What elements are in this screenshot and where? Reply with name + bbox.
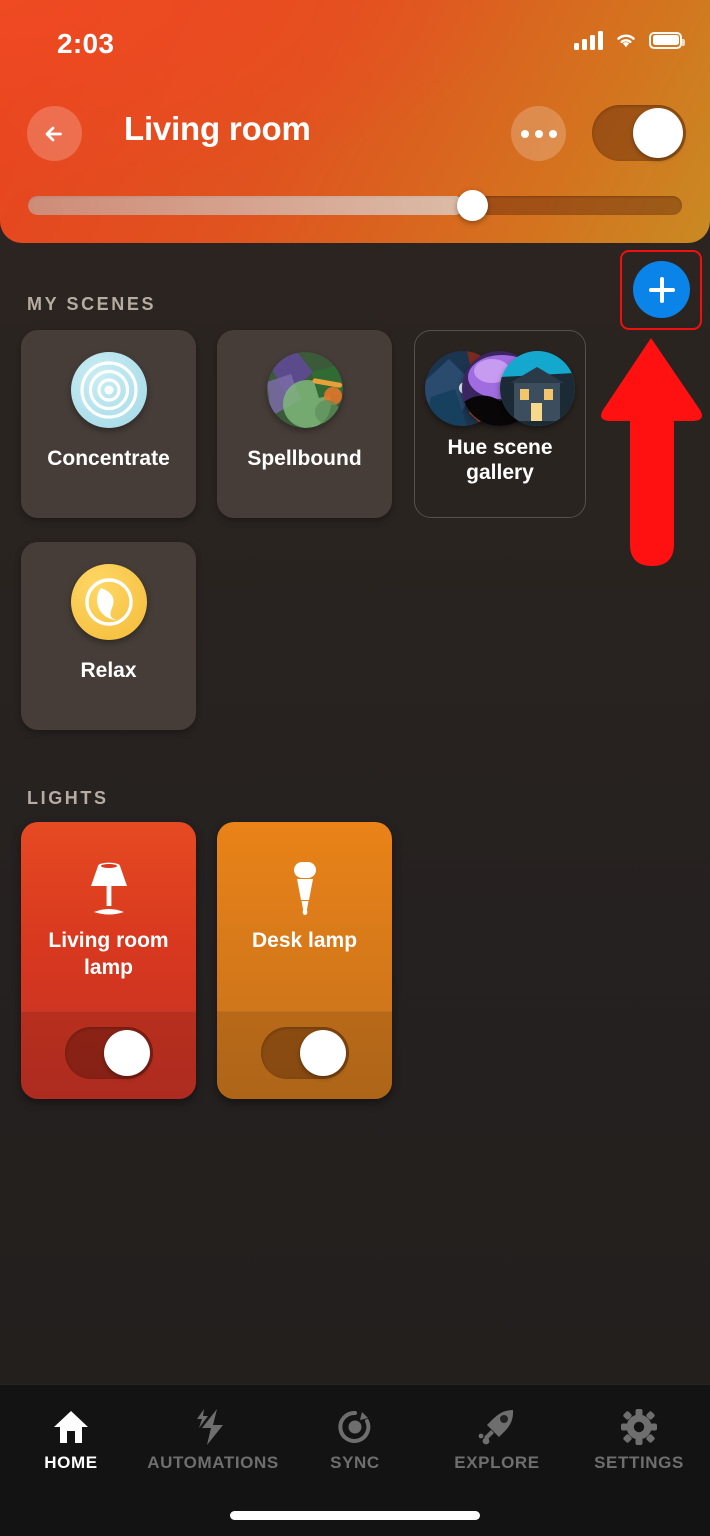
nav-label: SETTINGS (594, 1453, 684, 1472)
nav-label: AUTOMATIONS (147, 1453, 279, 1472)
bottom-navigation: HOME AUTOMATIONS SYNC EXPLORE SETTINGS (0, 1384, 710, 1536)
nav-item-settings[interactable]: SETTINGS (568, 1385, 710, 1536)
back-arrow-icon (45, 126, 62, 141)
nav-label: EXPLORE (454, 1453, 540, 1472)
brightness-slider-fill (28, 196, 466, 215)
light-power-toggle[interactable] (260, 1027, 349, 1079)
sync-icon (335, 1407, 375, 1447)
toggle-knob (633, 108, 683, 158)
concentrate-rings-icon (70, 352, 147, 428)
add-scene-button[interactable] (633, 261, 690, 318)
gear-icon (619, 1407, 659, 1447)
wifi-icon (617, 34, 635, 48)
scene-name: Spellbound (247, 447, 362, 470)
spellbound-thumbnail (266, 352, 343, 428)
rocket-icon (477, 1407, 517, 1447)
scene-name: Relax (80, 659, 137, 682)
light-card-desk-lamp[interactable]: Desk lamp (217, 822, 392, 1099)
scene-gallery-thumbnails (425, 351, 575, 426)
nav-label: SYNC (330, 1453, 380, 1472)
toggle-knob (299, 1030, 346, 1076)
more-options-icon (520, 129, 529, 138)
nav-label: HOME (44, 1453, 98, 1472)
room-power-toggle[interactable] (592, 105, 686, 161)
light-name: Desk lamp (251, 929, 358, 952)
home-icon (51, 1407, 91, 1447)
scene-card-spellbound[interactable]: Spellbound (217, 330, 392, 518)
scene-card-hue-scene-gallery[interactable]: Hue scene gallery (414, 330, 586, 518)
battery-icon (649, 31, 685, 49)
back-button[interactable] (27, 106, 82, 161)
app-screen: 2:03 Living room MY SCENES Concentrate S… (0, 0, 710, 1536)
scene-name: Concentrate (47, 447, 170, 470)
toggle-knob (103, 1030, 150, 1076)
status-time: 2:03 (57, 28, 115, 59)
light-power-toggle[interactable] (64, 1027, 153, 1079)
table-lamp-icon (90, 862, 127, 915)
lightning-bolt-icon (193, 1407, 233, 1447)
page-title: Living room (124, 110, 311, 147)
annotation-arrow (601, 338, 702, 566)
room-header: 2:03 Living room (0, 0, 710, 243)
brightness-slider[interactable] (28, 190, 682, 221)
home-indicator (230, 1511, 480, 1520)
scene-card-relax[interactable]: Relax (21, 542, 196, 730)
scene-card-concentrate[interactable]: Concentrate (21, 330, 196, 518)
section-label-lights: LIGHTS (27, 788, 109, 808)
status-bar: 2:03 (0, 0, 710, 82)
bulb-spot-icon (293, 862, 316, 915)
scene-name: Hue scene gallery (447, 436, 553, 484)
status-icons (574, 30, 685, 50)
brightness-slider-thumb[interactable] (457, 190, 489, 221)
more-options-button[interactable] (511, 106, 566, 161)
light-name: Living room lamp (48, 929, 169, 979)
section-label-scenes: MY SCENES (27, 294, 157, 314)
light-card-living-room-lamp[interactable]: Living room lamp (21, 822, 196, 1099)
nav-item-home[interactable]: HOME (0, 1385, 142, 1536)
cellular-bars-icon (574, 30, 603, 50)
relax-moon-icon (70, 564, 147, 640)
